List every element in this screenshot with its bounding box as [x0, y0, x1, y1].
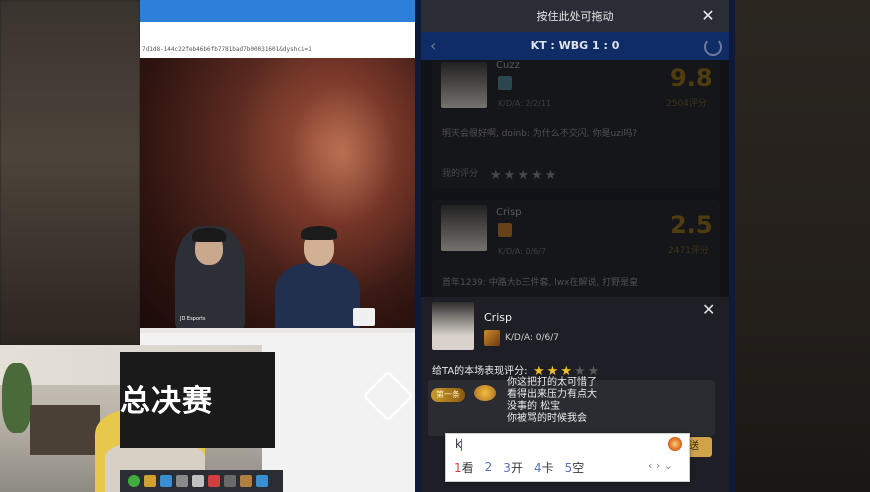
chevron-left-icon[interactable]: ‹ [430, 38, 436, 54]
modal-backdrop [421, 60, 729, 297]
browser-toolbar [140, 22, 415, 42]
caster-right [275, 263, 360, 333]
app-icon-7[interactable] [224, 475, 236, 487]
caster-desk [140, 328, 415, 333]
caster-left-hair [192, 228, 226, 242]
rank-badge: 第一条 [431, 388, 465, 402]
ime-caret [461, 439, 462, 451]
app-icon-8[interactable] [240, 475, 252, 487]
taskbar [120, 470, 283, 492]
refresh-icon[interactable] [704, 38, 722, 56]
match-title: KT : WBG 1 : 0 [530, 39, 620, 52]
app-icon-2[interactable] [144, 475, 156, 487]
ime-candidate[interactable]: 3开 [503, 459, 523, 476]
finals-text: 总决赛 [120, 384, 213, 419]
background-blur-right [730, 0, 870, 492]
rate-label: 给TA的本场表现评分: [432, 366, 528, 377]
stream-video[interactable]: JD Esports [140, 58, 415, 333]
sponsor-label: JD Esports [180, 316, 206, 322]
comment-line: 看得出来压力有点大 [507, 389, 597, 400]
drag-handle[interactable]: 按住此处可拖动 [421, 0, 729, 32]
app-icon-4[interactable] [176, 475, 188, 487]
popup-player-name: Crisp [484, 311, 512, 324]
app-icon-3[interactable] [160, 475, 172, 487]
gem-icon [474, 385, 496, 401]
app-icon-1[interactable] [128, 475, 140, 487]
close-icon[interactable]: ✕ [702, 302, 715, 318]
ime-candidate[interactable]: 2 [485, 460, 493, 474]
caster-right-hair [301, 226, 337, 240]
background-blur-left [0, 0, 140, 345]
ime-page-nav[interactable]: ‹ › ⌄ [648, 459, 673, 472]
close-icon[interactable]: ✕ [700, 8, 716, 24]
app-icon-5[interactable] [192, 475, 204, 487]
ime-logo-icon[interactable] [668, 437, 682, 451]
desk-display [353, 308, 375, 326]
ime-candidate[interactable]: 5空 [565, 459, 585, 476]
webcam-shelf [30, 405, 100, 455]
webcam-plant-left [2, 363, 32, 433]
champion-icon [484, 330, 500, 346]
app-icon-6[interactable] [208, 475, 220, 487]
url-bar[interactable]: 7d1d8-144c22feb46b6fb7781bad7b00031601&d… [140, 42, 415, 59]
popup-player-kda: K/D/A: 0/6/7 [505, 333, 560, 343]
browser-title-bar [140, 0, 415, 22]
app-icon-9[interactable] [256, 475, 268, 487]
comment-lines: 你这把打的太可惜了 看得出来压力有点大 没事的 松宝 你被骂的时候我会 [507, 377, 707, 425]
ime-candidate[interactable]: 1看 [454, 459, 474, 476]
comment-line: 你被骂的时候我会 [507, 413, 587, 424]
comment-line: 没事的 松宝 [507, 401, 561, 412]
comment-line: 你这把打的太可惜了 [507, 377, 597, 388]
player-photo [432, 302, 474, 350]
ime-candidate[interactable]: 4卡 [534, 459, 554, 476]
